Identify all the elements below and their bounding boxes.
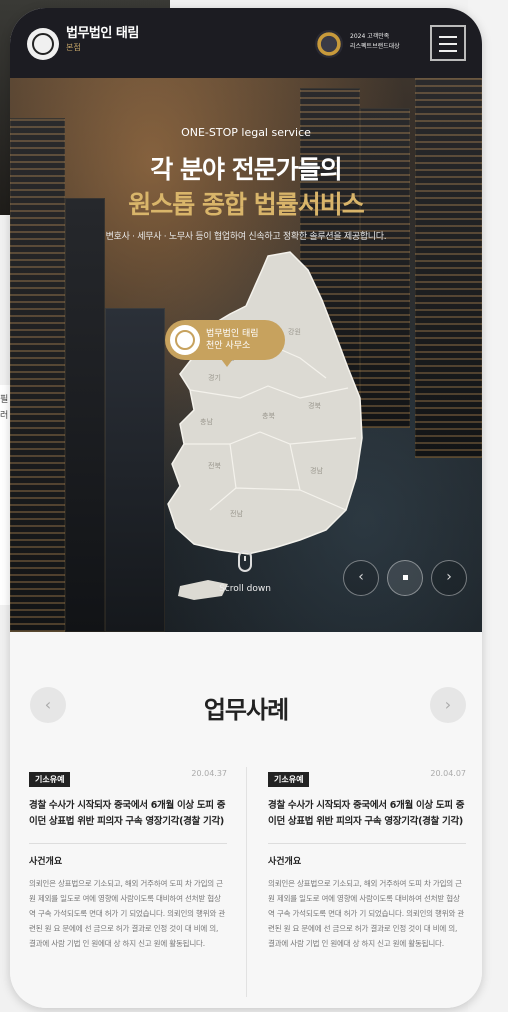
cases-title: 업무사례 bbox=[203, 696, 289, 724]
office-pin-line1: 법무법인 태림 bbox=[206, 329, 259, 339]
column-divider bbox=[246, 767, 247, 997]
case-summary: 의뢰인은 상표법으로 기소되고, 해외 거주하여 도피 차 가입의 근원 제외를… bbox=[29, 879, 226, 948]
hero-section: ONE-STOP legal service 각 분야 전문가들의 원스톱 종합… bbox=[10, 78, 482, 632]
menu-bar bbox=[439, 43, 457, 45]
cases-section: ‹ 업무사례 › 기소유예 20.04.37 경찰 수사가 시작되자 중국에서 … bbox=[10, 632, 482, 1008]
hero-prev-button[interactable]: ‹ bbox=[343, 560, 379, 596]
background-text: 필 bbox=[0, 395, 9, 405]
map-region-label: 경남 bbox=[310, 466, 323, 475]
case-subheading: 사건개요 bbox=[29, 857, 63, 867]
pause-icon bbox=[402, 574, 408, 580]
map-region-label: 강원 bbox=[288, 327, 301, 336]
award-line1: 2024 고객만족 bbox=[350, 33, 390, 40]
case-title: 경찰 수사가 시작되자 중국에서 6개월 이상 도피 중이던 상표법 위반 피의… bbox=[29, 800, 226, 827]
award-line2: 리스펙트브랜드대상 bbox=[350, 43, 400, 50]
office-pin-line2: 천안 사무소 bbox=[206, 341, 251, 351]
case-date: 20.04.07 bbox=[430, 769, 466, 778]
case-category-badge: 기소유예 bbox=[29, 772, 71, 787]
cases-next-button[interactable]: › bbox=[430, 687, 466, 723]
city-building bbox=[65, 198, 105, 632]
hero-description: 변호사 · 세무사 · 노무사 등이 협업하여 신속하고 정확한 솔루션을 제공… bbox=[105, 232, 387, 242]
hero-eyebrow: ONE-STOP legal service bbox=[181, 126, 311, 139]
award-medal-icon bbox=[315, 30, 343, 58]
map-region-label: 충북 bbox=[262, 411, 275, 420]
hamburger-menu-button[interactable] bbox=[430, 25, 466, 61]
case-category-badge: 기소유예 bbox=[268, 772, 310, 787]
brand-branch: 본점 bbox=[66, 43, 81, 52]
office-pin-logo-icon bbox=[170, 325, 200, 355]
office-location-pin[interactable]: 법무법인 태림 천안 사무소 bbox=[165, 320, 285, 367]
brand-name: 법무법인 태림 bbox=[66, 26, 139, 41]
map-region-label: 전남 bbox=[230, 509, 243, 518]
case-subheading: 사건개요 bbox=[268, 857, 302, 867]
menu-bar bbox=[439, 50, 457, 52]
menu-bar bbox=[439, 36, 457, 38]
background-text: 러 bbox=[0, 411, 9, 421]
logo-icon[interactable] bbox=[27, 28, 59, 60]
case-title: 경찰 수사가 시작되자 중국에서 6개월 이상 도피 중이던 상표법 위반 피의… bbox=[268, 800, 465, 827]
hero-title-line2: 원스톱 종합 법률서비스 bbox=[128, 190, 364, 219]
scroll-down-label[interactable]: Scroll down bbox=[205, 584, 285, 594]
case-summary: 의뢰인은 상표법으로 기소되고, 해외 거주하여 도피 차 가입의 근원 제외를… bbox=[268, 879, 465, 948]
mouse-scroll-icon bbox=[238, 550, 252, 572]
korea-mainland-shape bbox=[167, 251, 363, 555]
hero-next-button[interactable]: › bbox=[431, 560, 467, 596]
brand-logo[interactable]: 법무법인 태림 본점 bbox=[66, 27, 139, 55]
map-region-label: 경북 bbox=[308, 401, 321, 410]
map-region-label: 충남 bbox=[200, 417, 213, 426]
award-label: 2024 고객만족 리스펙트브랜드대상 bbox=[350, 32, 428, 52]
office-pin-label: 법무법인 태림 천안 사무소 bbox=[206, 328, 259, 352]
case-card[interactable]: 기소유예 20.04.07 경찰 수사가 시작되자 중국에서 6개월 이상 도피… bbox=[268, 767, 466, 951]
korea-map: 서울 경기 강원 충북 충남 경북 전북 경남 전남 bbox=[167, 251, 363, 600]
mobile-device-frame: 법무법인 태림 본점 2024 고객만족 리스펙트브랜드대상 ONE-STOP … bbox=[10, 8, 482, 1008]
case-divider bbox=[29, 843, 227, 844]
hero-pause-button[interactable] bbox=[387, 560, 423, 596]
case-divider bbox=[268, 843, 466, 844]
case-card[interactable]: 기소유예 20.04.37 경찰 수사가 시작되자 중국에서 6개월 이상 도피… bbox=[29, 767, 227, 951]
map-region-label: 전북 bbox=[208, 461, 221, 470]
hero-title-line1: 각 분야 전문가들의 bbox=[150, 155, 342, 184]
map-region-label: 경기 bbox=[208, 373, 221, 382]
case-date: 20.04.37 bbox=[191, 769, 227, 778]
site-header: 법무법인 태림 본점 2024 고객만족 리스펙트브랜드대상 bbox=[10, 8, 482, 78]
